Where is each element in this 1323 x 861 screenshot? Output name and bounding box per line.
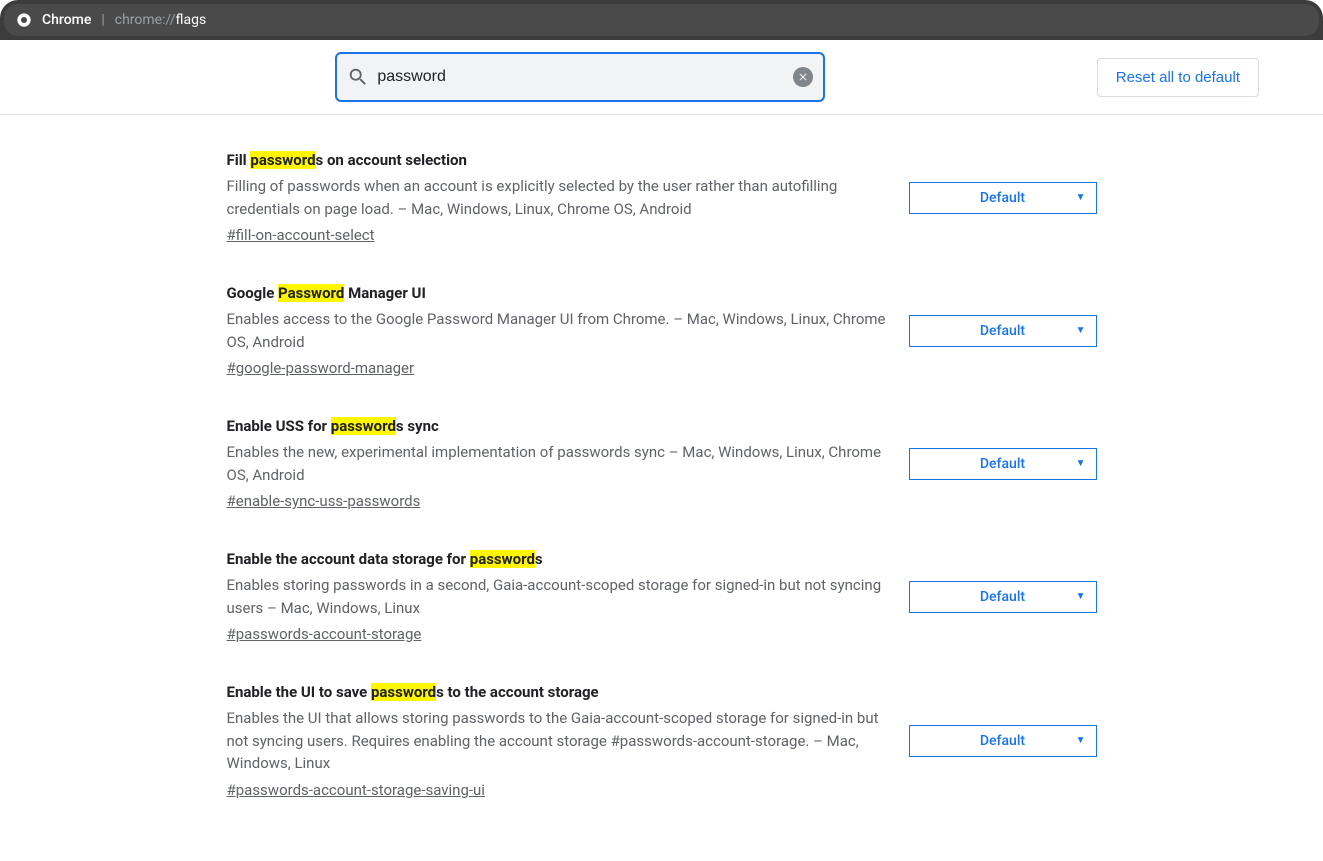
flag-hash-link[interactable]: #passwords-account-storage xyxy=(227,625,889,643)
search-icon xyxy=(347,66,369,88)
flag-title: Enable USS for passwords sync xyxy=(227,417,889,435)
flag-row: Enable the UI to save passwords to the a… xyxy=(227,665,1097,821)
flag-dropdown[interactable]: Default ▼ xyxy=(909,448,1097,480)
address-separator: | xyxy=(101,12,104,28)
flag-row: Enable the account data storage for pass… xyxy=(227,532,1097,665)
clear-search-button[interactable] xyxy=(793,67,813,87)
search-box[interactable] xyxy=(335,52,825,102)
flag-dropdown-value: Default xyxy=(980,589,1025,605)
flag-hash-link[interactable]: #google-password-manager xyxy=(227,359,889,377)
flag-text: Fill passwords on account selection Filli… xyxy=(227,151,909,244)
flag-dropdown[interactable]: Default ▼ xyxy=(909,182,1097,214)
flag-description: Enables the UI that allows storing passw… xyxy=(227,707,889,775)
address-app-name: Chrome xyxy=(42,12,91,28)
flag-row: Enable USS for passwords sync Enables the… xyxy=(227,399,1097,532)
flag-description: Enables access to the Google Password Ma… xyxy=(227,308,889,353)
address-bar[interactable]: Chrome | chrome://flags xyxy=(4,4,1319,36)
flag-dropdown-value: Default xyxy=(980,323,1025,339)
header-row: Reset all to default xyxy=(0,40,1323,115)
flag-row: Fill passwords on account selection Filli… xyxy=(227,133,1097,266)
flag-description: Filling of passwords when an account is … xyxy=(227,175,889,220)
chevron-down-icon: ▼ xyxy=(1076,458,1086,469)
flag-title: Enable the UI to save passwords to the a… xyxy=(227,683,889,701)
flag-title: Google Password Manager UI xyxy=(227,284,889,302)
flag-dropdown-value: Default xyxy=(980,190,1025,206)
flag-row: Google Password Manager UI Enables access… xyxy=(227,266,1097,399)
flag-hash-link[interactable]: #passwords-account-storage-saving-ui xyxy=(227,781,889,799)
flag-text: Enable the UI to save passwords to the a… xyxy=(227,683,909,799)
reset-all-button[interactable]: Reset all to default xyxy=(1097,58,1259,97)
close-icon xyxy=(797,71,809,83)
flags-list: Fill passwords on account selection Filli… xyxy=(227,115,1097,861)
flag-title: Enable the account data storage for pass… xyxy=(227,550,889,568)
flag-text: Enable the account data storage for pass… xyxy=(227,550,909,643)
flag-hash-link[interactable]: #fill-on-account-select xyxy=(227,226,889,244)
chevron-down-icon: ▼ xyxy=(1076,192,1086,203)
flag-dropdown-value: Default xyxy=(980,456,1025,472)
address-url-path: flags xyxy=(176,12,207,28)
flag-dropdown[interactable]: Default ▼ xyxy=(909,315,1097,347)
flag-text: Enable USS for passwords sync Enables the… xyxy=(227,417,909,510)
flag-hash-link[interactable]: #enable-sync-uss-passwords xyxy=(227,492,889,510)
chrome-logo-icon xyxy=(16,12,32,28)
browser-chrome: Chrome | chrome://flags xyxy=(0,0,1323,40)
flag-description: Enables the new, experimental implementa… xyxy=(227,441,889,486)
chevron-down-icon: ▼ xyxy=(1076,325,1086,336)
flag-dropdown-value: Default xyxy=(980,733,1025,749)
flag-description: Enables storing passwords in a second, G… xyxy=(227,574,889,619)
flag-title: Fill passwords on account selection xyxy=(227,151,889,169)
chevron-down-icon: ▼ xyxy=(1076,591,1086,602)
flag-dropdown[interactable]: Default ▼ xyxy=(909,581,1097,613)
address-url-prefix: chrome:// xyxy=(115,12,176,28)
search-input[interactable] xyxy=(377,68,793,86)
flag-text: Google Password Manager UI Enables access… xyxy=(227,284,909,377)
chevron-down-icon: ▼ xyxy=(1076,735,1086,746)
flag-dropdown[interactable]: Default ▼ xyxy=(909,725,1097,757)
